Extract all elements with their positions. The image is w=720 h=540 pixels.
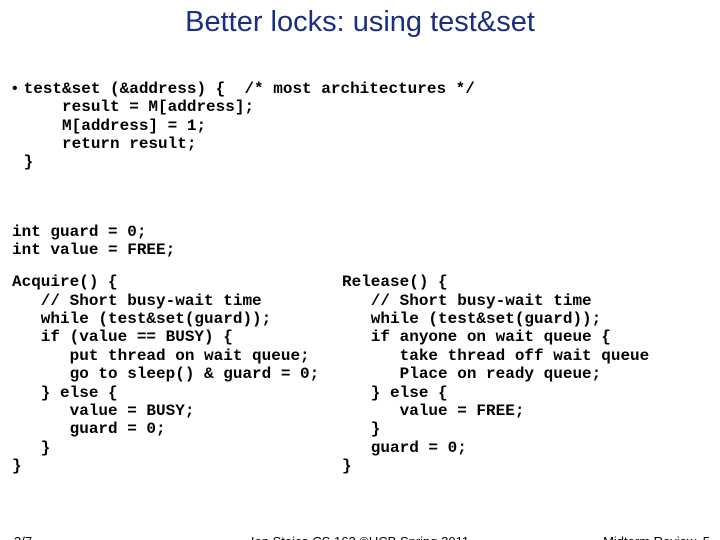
testset-definition: • test&set (&address) { /* most architec… [0, 43, 720, 209]
slide: Better locks: using test&set • test&set … [0, 0, 720, 540]
slide-title: Better locks: using test&set [0, 0, 720, 43]
declarations: int guard = 0; int value = FREE; [0, 223, 720, 260]
testset-code: test&set (&address) { /* most architectu… [24, 80, 475, 172]
bullet-icon: • [12, 80, 24, 98]
acquire-code: Acquire() { // Short busy-wait time whil… [12, 273, 342, 475]
footer-page: Midterm Review. 5 [603, 534, 710, 540]
code-columns: Acquire() { // Short busy-wait time whil… [0, 273, 720, 475]
release-code: Release() { // Short busy-wait time whil… [342, 273, 649, 475]
